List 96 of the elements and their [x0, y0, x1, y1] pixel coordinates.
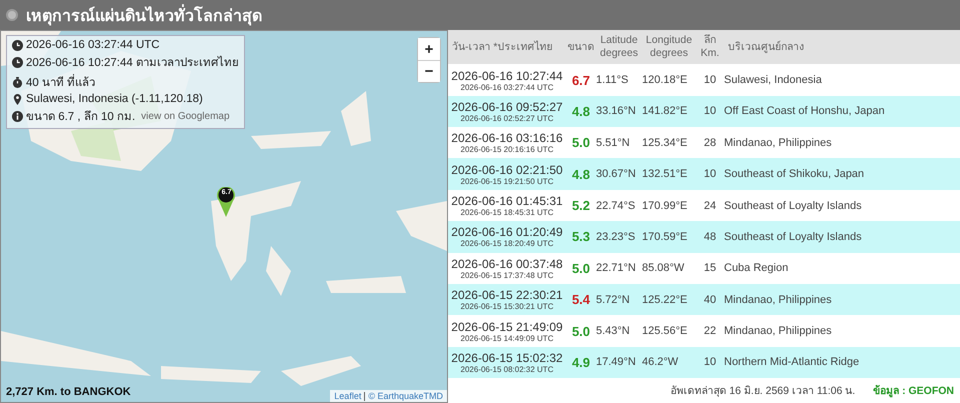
magnitude: 4.9 — [570, 354, 592, 370]
local-datetime: 2026-06-16 03:16:16 — [451, 131, 563, 146]
longitude: 170.99°E — [642, 200, 688, 212]
column-header: Latitude degrees — [599, 34, 639, 60]
utc-datetime: 2026-06-15 15:30:21 UTC — [460, 302, 554, 312]
depth: 10 — [702, 74, 718, 86]
info-icon — [12, 110, 23, 122]
depth: 15 — [702, 262, 718, 274]
depth: 40 — [702, 294, 718, 306]
local-datetime: 2026-06-15 15:02:32 — [451, 350, 563, 365]
distance-label: 2,727 Km. to BANGKOK — [6, 386, 131, 398]
magnitude: 5.0 — [570, 260, 592, 276]
depth: 48 — [702, 230, 718, 243]
region: Sulawesi, Indonesia — [724, 74, 823, 86]
longitude: 46.2°W — [642, 356, 680, 368]
utc-datetime: 2026-06-15 18:45:31 UTC — [460, 208, 554, 217]
depth: 10 — [702, 168, 718, 180]
magnitude-depth-text: ขนาด 6.7 , ลึก 10 กม. — [26, 110, 136, 125]
longitude: 141.82°E — [642, 105, 688, 118]
latitude: 5.43°N — [596, 325, 631, 337]
googlemap-link[interactable]: view on Googlemap — [141, 110, 230, 122]
latitude: 5.51°N — [596, 136, 631, 149]
local-datetime: 2026-06-16 01:20:49 — [451, 225, 563, 240]
utc-datetime: 2026-06-15 14:49:09 UTC — [460, 334, 554, 342]
utc-datetime: 2026-06-15 08:02:32 UTC — [460, 364, 554, 374]
magnitude: 6.7 — [570, 72, 592, 88]
location-text: Sulawesi, Indonesia (-1.11,120.18) — [26, 93, 203, 105]
local-datetime: 2026-06-16 00:37:48 — [451, 256, 563, 271]
utc-datetime: 2026-06-15 20:16:16 UTC — [460, 145, 554, 154]
local-datetime: 2026-06-16 10:27:44 — [451, 68, 563, 82]
utc-datetime: 2026-06-16 03:27:44 UTC — [460, 82, 554, 92]
elapsed-time: 40 นาที ที่แล้ว — [26, 73, 96, 91]
longitude: 125.56°E — [642, 325, 688, 337]
region: Off East Coast of Honshu, Japan — [724, 105, 886, 118]
clock-icon — [12, 40, 23, 50]
latitude: 17.49°N — [596, 356, 637, 368]
latitude: 22.71°N — [596, 262, 637, 274]
local-datetime: 2026-06-15 22:30:21 — [451, 288, 563, 302]
header-icon — [6, 9, 18, 21]
local-datetime: 2026-06-15 21:49:09 — [451, 320, 563, 334]
depth: 22 — [702, 325, 718, 337]
local-datetime: 2026-06-16 02:21:50 — [451, 162, 563, 177]
data-source: ข้อมูล : GEOFON — [873, 384, 954, 400]
longitude: 120.18°E — [642, 74, 688, 86]
leaflet-link[interactable]: Leaflet — [334, 391, 362, 401]
depth: 24 — [702, 200, 718, 212]
stopwatch-icon — [12, 76, 23, 88]
utc-time: 2026-06-16 03:27:44 UTC — [26, 39, 160, 51]
local-datetime: 2026-06-16 01:45:31 — [451, 194, 563, 208]
latitude: 23.23°S — [596, 230, 636, 243]
longitude: 85.08°W — [642, 262, 686, 274]
latitude: 1.11°S — [596, 74, 630, 86]
utc-datetime: 2026-06-16 02:52:27 UTC — [460, 114, 554, 123]
depth: 28 — [702, 136, 718, 149]
depth: 10 — [702, 105, 718, 118]
region: Mindanao, Philippines — [724, 325, 833, 337]
longitude: 125.34°E — [642, 136, 688, 149]
column-header: Longitude degrees — [644, 34, 694, 60]
magnitude: 5.4 — [570, 292, 592, 308]
clock-icon — [12, 56, 23, 68]
latitude: 33.16°N — [596, 105, 637, 118]
region: Northern Mid-Atlantic Ridge — [724, 356, 860, 368]
location-pin-icon — [12, 94, 23, 104]
zoom-out-button[interactable]: − — [418, 60, 440, 82]
latitude: 22.74°S — [596, 200, 636, 212]
last-updated: อัพเดทล่าสุด 16 มิ.ย. 2569 เวลา 11:06 น. — [670, 384, 856, 400]
latitude: 30.67°N — [596, 168, 637, 180]
local-time: 2026-06-16 10:27:44 ตามเวลาประเทศไทย — [26, 54, 239, 71]
region: Mindanao, Philippines — [724, 294, 833, 306]
magnitude: 5.2 — [570, 198, 592, 213]
utc-datetime: 2026-06-15 17:37:48 UTC — [460, 270, 554, 280]
magnitude: 5.3 — [570, 229, 592, 244]
utc-datetime: 2026-06-15 18:20:49 UTC — [460, 239, 554, 248]
region: Mindanao, Philippines — [724, 136, 833, 149]
region: Southeast of Shikoku, Japan — [724, 168, 866, 180]
magnitude: 5.0 — [570, 324, 592, 338]
column-header: ลึก Km. — [700, 34, 720, 60]
magnitude: 4.8 — [570, 104, 592, 119]
utc-datetime: 2026-06-15 19:21:50 UTC — [460, 176, 554, 186]
region: Southeast of Loyalty Islands — [724, 200, 863, 212]
page-title: เหตุการณ์แผ่นดินไหวทั่วโลกล่าสุด — [26, 2, 262, 28]
magnitude: 5.0 — [570, 135, 592, 150]
longitude: 125.22°E — [642, 294, 688, 306]
magnitude: 4.8 — [570, 166, 592, 182]
local-datetime: 2026-06-16 09:52:27 — [451, 100, 563, 114]
region: Cuba Region — [724, 262, 790, 274]
column-header: ขนาด — [566, 40, 596, 54]
map-marker-icon — [215, 187, 237, 217]
depth: 10 — [702, 356, 718, 368]
longitude: 170.59°E — [642, 230, 688, 243]
column-header: บริเวณศูนย์กลาง — [727, 40, 805, 54]
column-header: วัน-เวลา *ประเทศไทย — [451, 40, 554, 54]
region: Southeast of Loyalty Islands — [724, 230, 863, 243]
attribution-link[interactable]: © EarthquakeTMD — [368, 391, 443, 401]
latitude: 5.72°N — [596, 294, 631, 306]
longitude: 132.51°E — [642, 168, 688, 180]
